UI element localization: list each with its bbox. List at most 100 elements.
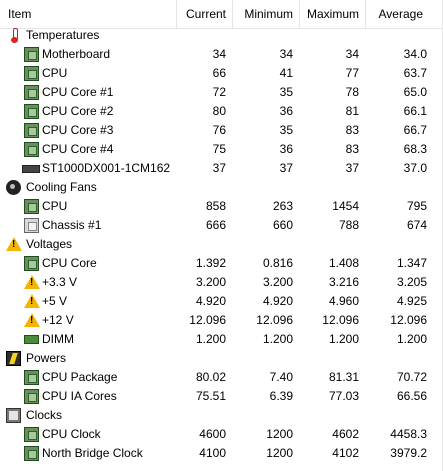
group-cooling-fans[interactable]: Cooling Fans (0, 178, 443, 197)
current-value: 1.200 (195, 332, 226, 346)
maximum-value: 3.216 (328, 275, 359, 289)
minimum-value: 0.816 (262, 256, 293, 270)
maximum-value: 788 (338, 218, 359, 232)
group-powers[interactable]: Powers (0, 349, 443, 368)
current-value: 75 (212, 142, 226, 156)
chip-icon (24, 446, 39, 461)
maximum-value: 81.31 (328, 370, 359, 384)
chip-icon (24, 104, 39, 119)
minimum-column-header[interactable]: Minimum (232, 0, 299, 28)
chip-icon (24, 427, 39, 442)
row-label: DIMM (42, 332, 74, 346)
maximum-value: 77.03 (328, 389, 359, 403)
current-value: 72 (212, 85, 226, 99)
row-label: +12 V (42, 313, 74, 327)
current-value: 1.392 (195, 256, 226, 270)
warning-mark-icon: ! (30, 277, 34, 288)
table-row[interactable]: CPU Core 1.392 0.816 1.408 1.347 (0, 254, 443, 273)
table-row[interactable]: Motherboard 34 34 34 34.0 (0, 45, 443, 64)
thermometer-icon (10, 28, 19, 43)
group-label: Powers (26, 351, 67, 365)
maximum-value: 78 (345, 85, 359, 99)
maximum-value: 12.096 (322, 313, 359, 327)
average-value: 4.925 (396, 294, 427, 308)
table-row[interactable]: CPU 858 263 1454 795 (0, 197, 443, 216)
group-voltages[interactable]: ! Voltages (0, 235, 443, 254)
table-row[interactable]: ! +5 V 4.920 4.920 4.960 4.925 (0, 292, 443, 311)
sensor-table: Item Current Minimum Maximum Average Tem… (0, 0, 443, 471)
row-label: +3.3 V (42, 275, 78, 289)
average-value: 12.096 (390, 313, 427, 327)
maximum-value: 1.200 (328, 332, 359, 346)
row-label: CPU Core #3 (42, 123, 114, 137)
maximum-value: 83 (345, 142, 359, 156)
memory-module-icon (24, 335, 39, 344)
table-row[interactable]: CPU Core #2 80 36 81 66.1 (0, 102, 443, 121)
maximum-value: 83 (345, 123, 359, 137)
chip-icon (24, 218, 39, 233)
table-row[interactable]: ST1000DX001-1CM162 37 37 37 37.0 (0, 159, 443, 178)
row-label: North Bridge Clock (42, 446, 143, 460)
maximum-value: 81 (345, 104, 359, 118)
table-row[interactable]: CPU Core #4 75 36 83 68.3 (0, 140, 443, 159)
average-value: 1.200 (396, 332, 427, 346)
minimum-value: 37 (279, 161, 293, 175)
chip-icon (24, 47, 39, 62)
row-label: Motherboard (42, 47, 111, 61)
row-label: CPU (42, 199, 68, 213)
table-row[interactable]: DIMM 1.200 1.200 1.200 1.200 (0, 330, 443, 349)
minimum-value: 3.200 (262, 275, 293, 289)
current-value: 37 (212, 161, 226, 175)
group-clocks[interactable]: Clocks (0, 406, 443, 425)
maximum-value: 1.408 (328, 256, 359, 270)
table-row[interactable]: CPU Clock 4600 1200 4602 4458.3 (0, 425, 443, 444)
table-row[interactable]: CPU 66 41 77 63.7 (0, 64, 443, 83)
table-row[interactable]: CPU Package 80.02 7.40 81.31 70.72 (0, 368, 443, 387)
table-row[interactable]: CPU Core #3 76 35 83 66.7 (0, 121, 443, 140)
current-value: 66 (212, 66, 226, 80)
chip-icon (24, 85, 39, 100)
maximum-value: 1454 (332, 199, 359, 213)
minimum-value: 660 (272, 218, 293, 232)
row-label: +5 V (42, 294, 68, 308)
current-value: 80 (212, 104, 226, 118)
item-column-header[interactable]: Item (0, 0, 176, 28)
table-row[interactable]: ! +3.3 V 3.200 3.200 3.216 3.205 (0, 273, 443, 292)
warning-mark-icon: ! (30, 315, 34, 326)
average-value: 795 (406, 199, 427, 213)
minimum-value: 1200 (266, 427, 293, 441)
table-row[interactable]: Chassis #1 666 660 788 674 (0, 216, 443, 235)
average-value: 34.0 (403, 47, 427, 61)
maximum-column-header[interactable]: Maximum (299, 0, 365, 28)
power-icon (6, 351, 21, 366)
minimum-value: 36 (279, 142, 293, 156)
average-value: 66.56 (396, 389, 427, 403)
average-value: 1.347 (396, 256, 427, 270)
current-column-header[interactable]: Current (176, 0, 232, 28)
row-label: ST1000DX001-1CM162 (42, 161, 171, 175)
row-label: CPU Package (42, 370, 118, 384)
minimum-value: 7.40 (269, 370, 293, 384)
current-value: 4600 (199, 427, 226, 441)
current-value: 34 (212, 47, 226, 61)
maximum-value: 4602 (332, 427, 359, 441)
current-value: 76 (212, 123, 226, 137)
current-value: 75.51 (195, 389, 226, 403)
current-value: 666 (205, 218, 226, 232)
minimum-value: 35 (279, 85, 293, 99)
average-value: 3979.2 (390, 446, 427, 460)
table-row[interactable]: CPU Core #1 72 35 78 65.0 (0, 83, 443, 102)
hard-drive-icon (22, 165, 40, 173)
average-value: 63.7 (403, 66, 427, 80)
average-column-header[interactable]: Average (365, 0, 429, 28)
chip-icon (24, 123, 39, 138)
minimum-value: 12.096 (256, 313, 293, 327)
table-row[interactable]: North Bridge Clock 4100 1200 4102 3979.2 (0, 444, 443, 463)
group-temperatures[interactable]: Temperatures (0, 26, 443, 45)
minimum-value: 263 (272, 199, 293, 213)
table-row[interactable]: ! +12 V 12.096 12.096 12.096 12.096 (0, 311, 443, 330)
chip-icon (24, 256, 39, 271)
group-label: Temperatures (26, 28, 100, 42)
table-row[interactable]: CPU IA Cores 75.51 6.39 77.03 66.56 (0, 387, 443, 406)
row-label: CPU IA Cores (42, 389, 117, 403)
